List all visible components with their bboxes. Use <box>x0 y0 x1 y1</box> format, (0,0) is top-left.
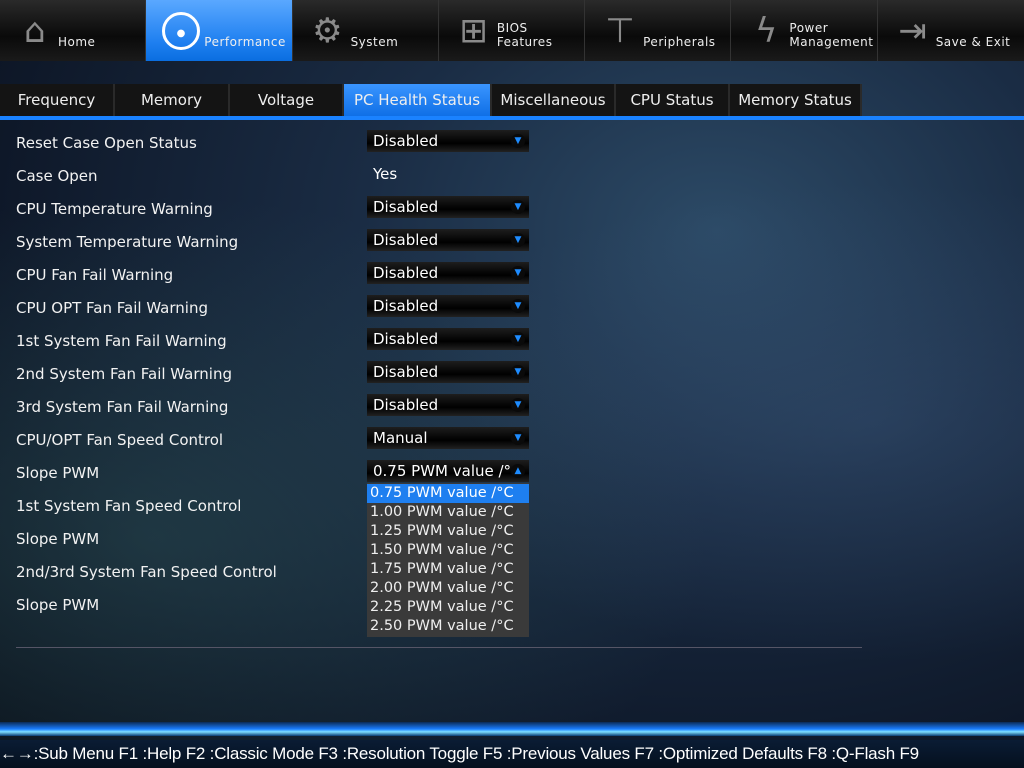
chevron-down-icon: ▼ <box>511 365 525 379</box>
nav-label-line1: BIOS <box>496 21 528 35</box>
dropdown-value: Disabled <box>373 297 439 315</box>
setting-label: CPU Temperature Warning <box>16 200 213 218</box>
dropdown-option[interactable]: 2.50 PWM value /°C <box>367 617 529 636</box>
peripherals-icon: ⊤ <box>605 11 636 51</box>
nav-label-line2: Features <box>496 35 553 49</box>
dropdown-value: Manual <box>373 429 428 447</box>
tab-memory[interactable]: Memory <box>115 84 230 116</box>
setting-label: 1st System Fan Speed Control <box>16 497 242 515</box>
setting-label: CPU OPT Fan Fail Warning <box>16 299 208 317</box>
setting-label: 1st System Fan Fail Warning <box>16 332 227 350</box>
setting-dropdown[interactable]: Disabled ▼ <box>367 229 529 251</box>
dropdown-option[interactable]: 0.75 PWM value /°C <box>367 484 529 503</box>
exit-icon: ⇥ <box>898 11 928 51</box>
setting-dropdown[interactable]: Disabled ▼ <box>367 262 529 284</box>
chevron-down-icon: ▼ <box>511 332 525 346</box>
dropdown-value: Disabled <box>373 396 439 414</box>
dropdown-value: Disabled <box>373 264 439 282</box>
setting-dropdown[interactable]: Disabled ▼ <box>367 130 529 152</box>
setting-dropdown[interactable]: Disabled ▼ <box>367 361 529 383</box>
slope-pwm-dropdown-list: 0.75 PWM value /°C 1.00 PWM value /°C 1.… <box>367 483 529 637</box>
tab-miscellaneous[interactable]: Miscellaneous <box>492 84 616 116</box>
top-nav: ⌂ Home ● Performance ⚙ System ⊞ BIOS Features… <box>0 0 1024 61</box>
setting-label: Slope PWM <box>16 596 100 614</box>
dropdown-value: Disabled <box>373 330 439 348</box>
nav-save-exit[interactable]: ⇥ Save & Exit <box>878 0 1024 61</box>
dropdown-option[interactable]: 1.00 PWM value /°C <box>367 503 529 522</box>
bottom-glow <box>0 722 1024 736</box>
sub-tabs: Frequency Memory Voltage PC Health Statu… <box>0 84 862 116</box>
dropdown-option[interactable]: 1.25 PWM value /°C <box>367 522 529 541</box>
tab-pc-health-status[interactable]: PC Health Status <box>344 84 492 116</box>
setting-label: Slope PWM <box>16 464 100 482</box>
setting-label: 2nd System Fan Fail Warning <box>16 365 232 383</box>
chip-icon: ⊞ <box>459 11 489 51</box>
dropdown-value: Disabled <box>373 132 439 150</box>
setting-label: Case Open <box>16 167 98 185</box>
power-icon: ϟ <box>754 11 778 51</box>
nav-system[interactable]: ⚙ System <box>293 0 439 61</box>
gear-icon: ⚙ <box>312 11 344 51</box>
setting-dropdown[interactable]: Disabled ▼ <box>367 328 529 350</box>
speedometer-icon: ● <box>162 12 201 50</box>
dropdown-value: Disabled <box>373 231 439 249</box>
chevron-down-icon: ▼ <box>511 299 525 313</box>
dropdown-option[interactable]: 2.00 PWM value /°C <box>367 579 529 598</box>
chevron-down-icon: ▼ <box>511 266 525 280</box>
setting-dropdown[interactable]: Manual ▼ <box>367 427 529 449</box>
nav-label-line1: Power <box>789 21 829 35</box>
setting-label: Slope PWM <box>16 530 100 548</box>
dropdown-value: Disabled <box>373 198 439 216</box>
setting-label: System Temperature Warning <box>16 233 239 251</box>
help-bar: ←→:Sub Menu F1 :Help F2 :Classic Mode F3… <box>0 740 1024 768</box>
dropdown-option[interactable]: 1.75 PWM value /°C <box>367 560 529 579</box>
chevron-down-icon: ▼ <box>511 233 525 247</box>
dropdown-value: Disabled <box>373 363 439 381</box>
tab-underline <box>0 116 1024 120</box>
setting-label: CPU Fan Fail Warning <box>16 266 174 284</box>
setting-value: Yes <box>373 165 398 183</box>
tab-memory-status[interactable]: Memory Status <box>730 84 862 116</box>
setting-label: CPU/OPT Fan Speed Control <box>16 431 224 449</box>
chevron-down-icon: ▼ <box>511 200 525 214</box>
setting-dropdown[interactable]: 0.75 PWM value /°C ▲ <box>367 460 529 482</box>
nav-label-line2: Management <box>789 35 874 49</box>
chevron-up-icon: ▲ <box>511 464 525 478</box>
tab-frequency[interactable]: Frequency <box>0 84 115 116</box>
setting-label: 3rd System Fan Fail Warning <box>16 398 229 416</box>
nav-power-management[interactable]: ϟ Power Management <box>731 0 878 61</box>
setting-dropdown[interactable]: Disabled ▼ <box>367 196 529 218</box>
setting-label: Reset Case Open Status <box>16 134 197 152</box>
dropdown-value: 0.75 PWM value /°C <box>373 462 522 480</box>
dropdown-option[interactable]: 2.25 PWM value /°C <box>367 598 529 617</box>
setting-label: 2nd/3rd System Fan Speed Control <box>16 563 277 581</box>
divider <box>16 647 862 648</box>
chevron-down-icon: ▼ <box>511 134 525 148</box>
nav-peripherals[interactable]: ⊤ Peripherals <box>585 0 732 61</box>
dropdown-option[interactable]: 1.50 PWM value /°C <box>367 541 529 560</box>
chevron-down-icon: ▼ <box>511 431 525 445</box>
setting-dropdown[interactable]: Disabled ▼ <box>367 394 529 416</box>
home-icon: ⌂ <box>23 11 47 51</box>
setting-dropdown[interactable]: Disabled ▼ <box>367 295 529 317</box>
tab-cpu-status[interactable]: CPU Status <box>616 84 730 116</box>
nav-bios-features[interactable]: ⊞ BIOS Features <box>439 0 586 61</box>
tab-voltage[interactable]: Voltage <box>230 84 344 116</box>
nav-home[interactable]: ⌂ Home <box>0 0 147 61</box>
chevron-down-icon: ▼ <box>511 398 525 412</box>
nav-performance[interactable]: ● Performance <box>146 0 293 61</box>
